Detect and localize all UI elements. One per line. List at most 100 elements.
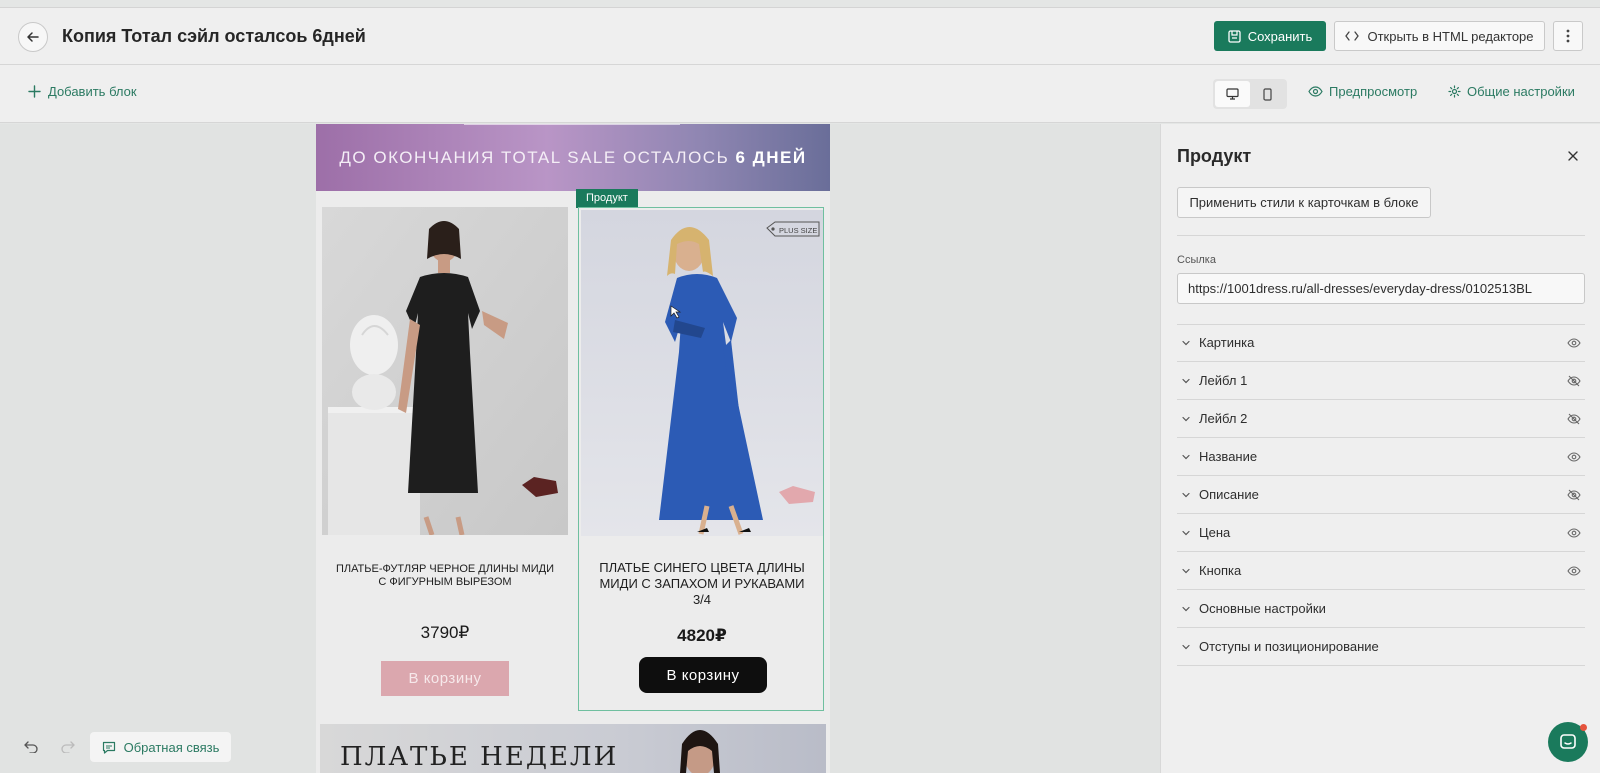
more-vertical-icon [1566, 29, 1570, 43]
selected-block-label: Продукт [576, 189, 638, 208]
eye-off-icon[interactable] [1565, 486, 1583, 504]
panel-section-label: Цена [1199, 525, 1231, 540]
banner-text: До окончания Total Sale осталось 6 дней [339, 148, 806, 168]
product-image[interactable]: PLUS SIZE [581, 210, 823, 536]
panel-section[interactable]: Кнопка [1177, 552, 1585, 590]
panel-section-label: Название [1199, 449, 1258, 464]
gear-icon [1448, 85, 1461, 98]
apply-styles-to-cards-button[interactable]: Применить стили к карточкам в блоке [1177, 187, 1431, 218]
plus-icon [28, 85, 41, 98]
banner-divider [464, 124, 680, 125]
general-settings-label: Общие настройки [1467, 84, 1575, 99]
eye-icon[interactable] [1565, 448, 1583, 466]
panel-section[interactable]: Лейбл 1 [1177, 362, 1585, 400]
product-photo-blue-dress: PLUS SIZE [581, 210, 823, 536]
chevron-down-icon [1177, 378, 1195, 384]
feedback-button[interactable]: Обратная связь [90, 732, 231, 762]
product-image[interactable] [322, 207, 568, 535]
panel-section-label: Описание [1199, 487, 1259, 502]
panel-section-label: Лейбл 2 [1199, 411, 1248, 426]
eye-icon[interactable] [1565, 334, 1583, 352]
banner-text-main: До окончания Total Sale осталось [339, 147, 730, 167]
undo-button[interactable] [20, 736, 42, 758]
mobile-icon [1263, 87, 1272, 101]
bottom-banner-title: ПЛАТЬЕ НЕДЕЛИ [340, 742, 619, 772]
email-preview: До окончания Total Sale осталось 6 дней … [316, 124, 830, 773]
editor-toolbar: Добавить блок Предпросмотр Общие настрой… [0, 65, 1600, 123]
product-photo-black-dress [322, 207, 568, 535]
mobile-view-button[interactable] [1250, 81, 1285, 107]
add-block-button[interactable]: Добавить блок [28, 84, 137, 99]
panel-section-label: Кнопка [1199, 563, 1242, 578]
panel-section-label: Картинка [1199, 335, 1255, 350]
eye-icon [1308, 86, 1323, 97]
chevron-down-icon [1177, 340, 1195, 346]
top-bar: Копия Тотал сэйл осталсоь 6дней Сохранит… [0, 7, 1600, 65]
desktop-icon [1226, 88, 1239, 100]
chevron-down-icon [1177, 454, 1195, 460]
close-icon [1568, 151, 1578, 161]
product-card[interactable]: Платье-футляр черное длины миди с фигурн… [322, 207, 568, 711]
add-to-cart-button[interactable]: В корзину [639, 657, 767, 693]
chevron-down-icon [1177, 492, 1195, 498]
properties-panel: Продукт Применить стили к карточкам в бл… [1160, 124, 1600, 773]
product-link-input[interactable] [1177, 273, 1585, 304]
add-block-label: Добавить блок [48, 84, 137, 99]
page-title: Копия Тотал сэйл осталсоь 6дней [62, 26, 366, 46]
notification-dot [1580, 724, 1587, 731]
panel-section[interactable]: Цена [1177, 514, 1585, 552]
panel-section-label: Лейбл 1 [1199, 373, 1248, 388]
eye-icon[interactable] [1565, 562, 1583, 580]
plus-size-badge-text: PLUS SIZE [779, 226, 817, 235]
add-to-cart-button[interactable]: В корзину [381, 661, 509, 696]
panel-section[interactable]: Картинка [1177, 324, 1585, 362]
panel-section[interactable]: Описание [1177, 476, 1585, 514]
chat-bubble-icon [1560, 734, 1576, 749]
panel-title: Продукт [1177, 146, 1252, 166]
eye-off-icon[interactable] [1565, 372, 1583, 390]
product-name: Платье-футляр черное длины миди с фигурн… [335, 563, 555, 588]
general-settings-link[interactable]: Общие настройки [1448, 84, 1575, 99]
chevron-down-icon [1177, 416, 1195, 422]
eye-icon[interactable] [1565, 524, 1583, 542]
product-price: 4820₽ [677, 626, 727, 645]
chevron-down-icon [1177, 530, 1195, 536]
chevron-down-icon [1177, 568, 1195, 574]
panel-section-label: Отступы и позиционирование [1199, 639, 1379, 654]
panel-section[interactable]: Основные настройки [1177, 590, 1585, 628]
chevron-down-icon [1177, 644, 1195, 650]
eye-off-icon[interactable] [1565, 410, 1583, 428]
back-button[interactable] [18, 22, 48, 52]
arrow-left-icon [27, 32, 39, 42]
preview-link[interactable]: Предпросмотр [1308, 84, 1417, 99]
undo-icon [24, 741, 38, 753]
chat-icon [102, 741, 115, 754]
product-card-selected[interactable]: PLUS SIZE Платье синего цвета длины миди… [578, 207, 824, 711]
redo-button[interactable] [57, 736, 79, 758]
chevron-down-icon [1177, 606, 1195, 612]
save-icon [1228, 29, 1241, 43]
save-button-label: Сохранить [1247, 28, 1313, 44]
open-html-editor-label: Открыть в HTML редакторе [1367, 28, 1534, 44]
product-price: 3790₽ [420, 623, 470, 642]
link-field-label: Ссылка [1177, 254, 1216, 266]
preview-label: Предпросмотр [1329, 84, 1418, 99]
model-photo-partial [680, 730, 720, 773]
divider [1177, 235, 1585, 236]
code-icon [1345, 31, 1360, 41]
open-html-editor-button[interactable]: Открыть в HTML редакторе [1334, 21, 1545, 51]
desktop-view-button[interactable] [1215, 81, 1250, 107]
dress-of-the-week-banner[interactable]: ПЛАТЬЕ НЕДЕЛИ [320, 724, 826, 773]
countdown-banner[interactable]: До окончания Total Sale осталось 6 дней [316, 124, 830, 191]
more-menu-button[interactable] [1553, 21, 1583, 51]
banner-text-highlight: 6 дней [735, 147, 807, 167]
product-name: Платье синего цвета длины миди с запахом… [599, 560, 805, 607]
feedback-label: Обратная связь [123, 739, 220, 755]
panel-section-label: Основные настройки [1199, 601, 1326, 616]
panel-section[interactable]: Лейбл 2 [1177, 400, 1585, 438]
redo-icon [61, 741, 75, 753]
panel-section[interactable]: Отступы и позиционирование [1177, 628, 1585, 666]
close-panel-button[interactable] [1565, 148, 1581, 164]
save-button[interactable]: Сохранить [1214, 21, 1326, 51]
panel-section[interactable]: Название [1177, 438, 1585, 476]
